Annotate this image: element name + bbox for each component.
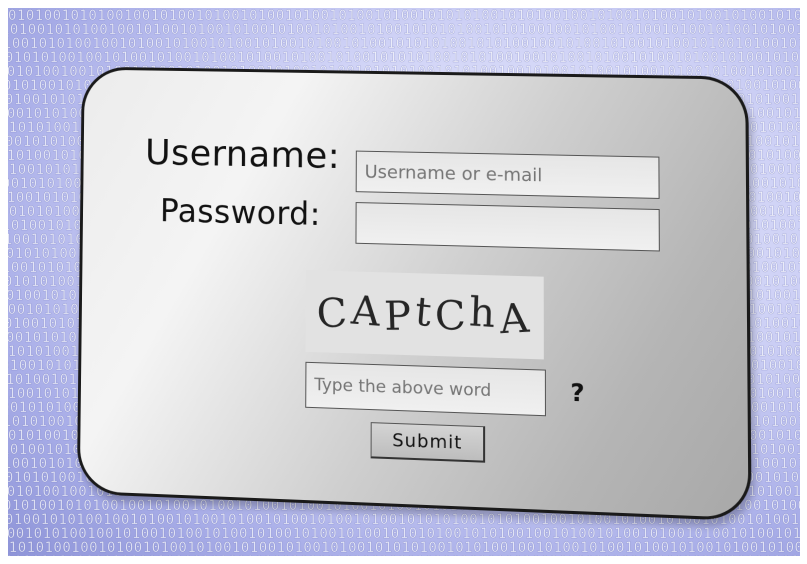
captcha-letter: P: [383, 294, 415, 340]
captcha-help-icon[interactable]: ?: [570, 379, 584, 408]
username-input[interactable]: [356, 151, 660, 199]
captcha-letter: C: [315, 290, 352, 337]
captcha-letter: C: [433, 293, 470, 340]
captcha-input[interactable]: [305, 362, 546, 416]
captcha-letter: A: [350, 288, 385, 336]
password-input[interactable]: [355, 202, 659, 251]
login-panel: Username: Password: CAPtChA ? Submit: [77, 67, 752, 522]
captcha-letter: A: [497, 295, 534, 343]
captcha-letter: h: [469, 289, 501, 337]
captcha-image: CAPtChA: [306, 270, 544, 359]
username-label: Username:: [145, 133, 340, 177]
binary-row: 0010101001001010010100101001010010100101…: [8, 554, 800, 556]
password-label: Password:: [160, 192, 321, 233]
captcha-word: CAPtChA: [317, 288, 533, 340]
submit-button[interactable]: Submit: [371, 422, 486, 463]
